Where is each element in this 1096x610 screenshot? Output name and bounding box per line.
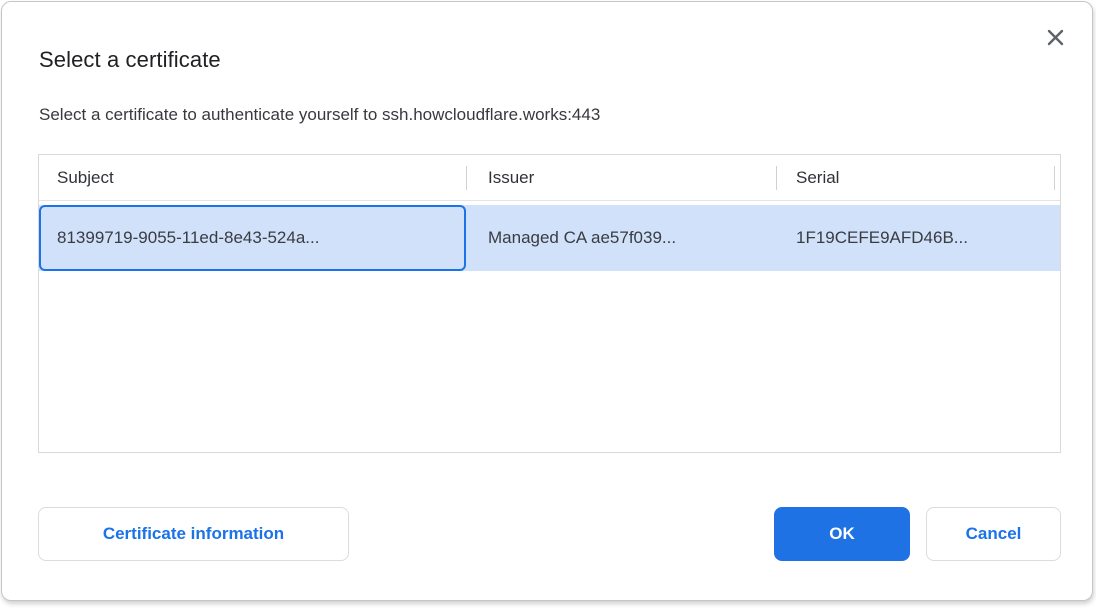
cell-serial[interactable]: 1F19CEFE9AFD46B...: [776, 205, 1054, 271]
certificate-row[interactable]: 81399719-9055-11ed-8e43-524a... Managed …: [39, 205, 1060, 271]
column-header-scrollbar-gutter: [1054, 155, 1060, 200]
column-header-subject[interactable]: Subject: [39, 155, 466, 200]
dialog-title: Select a certificate: [39, 47, 221, 73]
dialog-subtitle: Select a certificate to authenticate you…: [39, 105, 600, 125]
table-header-row: Subject Issuer Serial: [39, 155, 1060, 201]
certificate-select-dialog: Select a certificate Select a certificat…: [1, 1, 1093, 601]
cancel-button[interactable]: Cancel: [926, 507, 1061, 561]
cell-gutter: [1054, 205, 1060, 271]
cell-subject[interactable]: 81399719-9055-11ed-8e43-524a...: [39, 205, 466, 271]
certificate-table: Subject Issuer Serial 81399719-9055-11ed…: [38, 154, 1061, 453]
column-header-issuer[interactable]: Issuer: [466, 155, 776, 200]
cell-issuer[interactable]: Managed CA ae57f039...: [466, 205, 776, 271]
ok-button[interactable]: OK: [774, 507, 910, 561]
certificate-information-button[interactable]: Certificate information: [38, 507, 349, 561]
close-button[interactable]: [1042, 24, 1068, 50]
close-icon: [1047, 29, 1064, 46]
column-header-serial[interactable]: Serial: [776, 155, 1054, 200]
